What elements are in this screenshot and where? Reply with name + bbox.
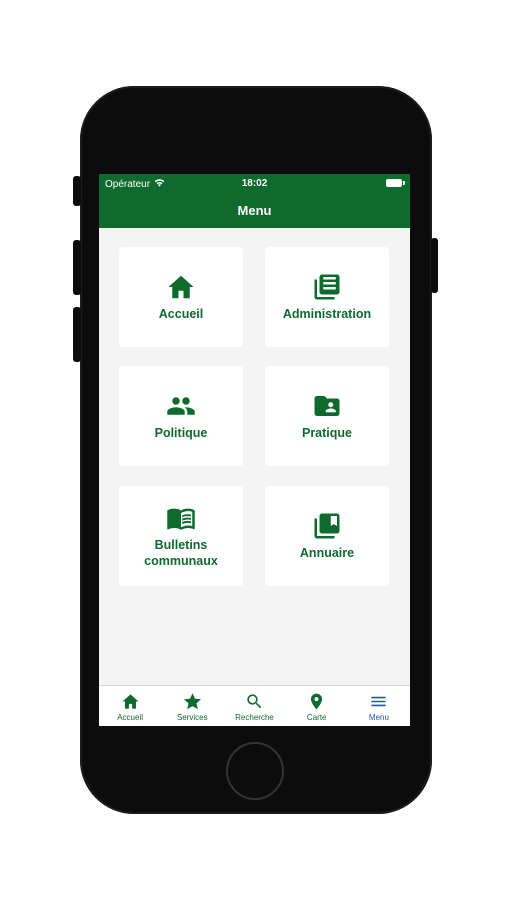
tab-label: Menu — [368, 713, 389, 722]
page-title: Menu — [237, 202, 272, 218]
menu-tile-bulletins-communaux[interactable]: Bulletins communaux — [119, 486, 243, 586]
home-button[interactable] — [226, 742, 284, 800]
tile-label: Politique — [154, 426, 208, 440]
menu-tile-accueil[interactable]: Accueil — [119, 247, 243, 347]
home-icon — [119, 691, 141, 711]
menu-tile-administration[interactable]: Administration — [265, 247, 389, 347]
tile-label: Bulletins communaux — [144, 538, 218, 568]
menu-tile-pratique[interactable]: Pratique — [265, 366, 389, 466]
silent-switch — [73, 176, 81, 206]
volume-down-button — [73, 307, 81, 362]
menu-tile-annuaire[interactable]: Annuaire — [265, 486, 389, 586]
open-book-icon — [165, 503, 197, 533]
tab-label: Services — [176, 713, 208, 722]
app-screen: Opérateur 18:02 Menu Accueil Administrat… — [99, 174, 410, 726]
tab-carte[interactable]: Carte — [286, 686, 348, 726]
tab-label: Carte — [306, 713, 327, 722]
tile-label: Administration — [282, 307, 372, 321]
tab-bar: Accueil Services Recherche Carte Menu — [99, 685, 410, 726]
search-icon — [244, 691, 266, 711]
tab-menu[interactable]: Menu — [348, 686, 410, 726]
map-pin-icon — [306, 691, 328, 711]
power-button — [431, 238, 438, 293]
contact-folder-icon — [311, 391, 343, 421]
people-icon — [165, 391, 197, 421]
hamburger-menu-icon — [368, 691, 390, 711]
menu-tile-politique[interactable]: Politique — [119, 366, 243, 466]
navigation-bar: Menu — [99, 192, 410, 228]
status-time: 18:02 — [241, 178, 268, 189]
star-icon — [181, 691, 203, 711]
tile-label: Annuaire — [299, 546, 355, 560]
home-icon — [165, 272, 197, 302]
volume-up-button — [73, 240, 81, 295]
tile-label: Accueil — [158, 307, 204, 321]
tab-services[interactable]: Services — [161, 686, 223, 726]
newspaper-icon — [311, 272, 343, 302]
tab-recherche[interactable]: Recherche — [223, 686, 285, 726]
bookmark-library-icon — [311, 511, 343, 541]
tab-label: Accueil — [117, 713, 143, 722]
battery-icon — [386, 179, 405, 187]
tile-label: Pratique — [301, 426, 352, 440]
status-bar: Opérateur 18:02 — [99, 174, 410, 192]
tab-label: Recherche — [235, 713, 274, 722]
tab-accueil[interactable]: Accueil — [99, 686, 161, 726]
